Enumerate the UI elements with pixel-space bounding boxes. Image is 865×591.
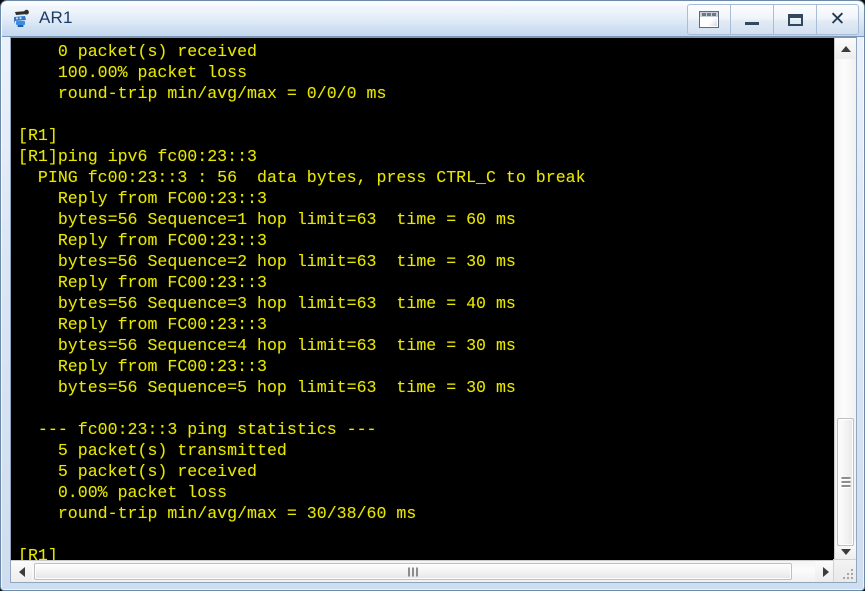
minimize-button[interactable] <box>730 4 773 35</box>
minimize-icon <box>745 22 759 25</box>
panel-button[interactable] <box>687 4 730 35</box>
resize-grip[interactable] <box>833 559 856 582</box>
maximize-icon <box>787 13 803 26</box>
close-button[interactable]: ✕ <box>816 4 859 35</box>
vertical-scroll-thumb[interactable] <box>837 418 854 546</box>
window-controls: ✕ <box>687 4 859 35</box>
scroll-right-icon <box>822 566 829 577</box>
maximize-button[interactable] <box>773 4 816 35</box>
panel-window-icon <box>699 11 719 28</box>
terminal-text: 0 packet(s) received 100.00% packet loss… <box>18 42 586 562</box>
scroll-down-icon <box>840 548 851 555</box>
scroll-up-button[interactable] <box>835 38 856 59</box>
client-area: 0 packet(s) received 100.00% packet loss… <box>10 37 857 583</box>
close-icon: ✕ <box>829 9 846 30</box>
horizontal-scroll-thumb[interactable] <box>34 563 792 580</box>
resize-grip-icon <box>842 568 853 579</box>
horizontal-scrollbar[interactable] <box>11 560 836 582</box>
title-bar[interactable]: AR1 ✕ <box>2 2 864 37</box>
vertical-scrollbar[interactable] <box>834 38 856 562</box>
window-title: AR1 <box>39 8 73 27</box>
scroll-up-icon <box>840 45 851 52</box>
terminal-output-pane[interactable]: 0 packet(s) received 100.00% packet loss… <box>11 38 823 562</box>
router-device-icon <box>11 8 33 30</box>
scroll-thumb-grip-icon <box>412 567 414 576</box>
scroll-left-button[interactable] <box>11 561 32 582</box>
scroll-left-icon <box>18 566 25 577</box>
terminal-window: AR1 ✕ 0 packet(s) received 100.00% packe… <box>0 0 865 591</box>
scroll-thumb-grip-icon <box>841 481 850 483</box>
